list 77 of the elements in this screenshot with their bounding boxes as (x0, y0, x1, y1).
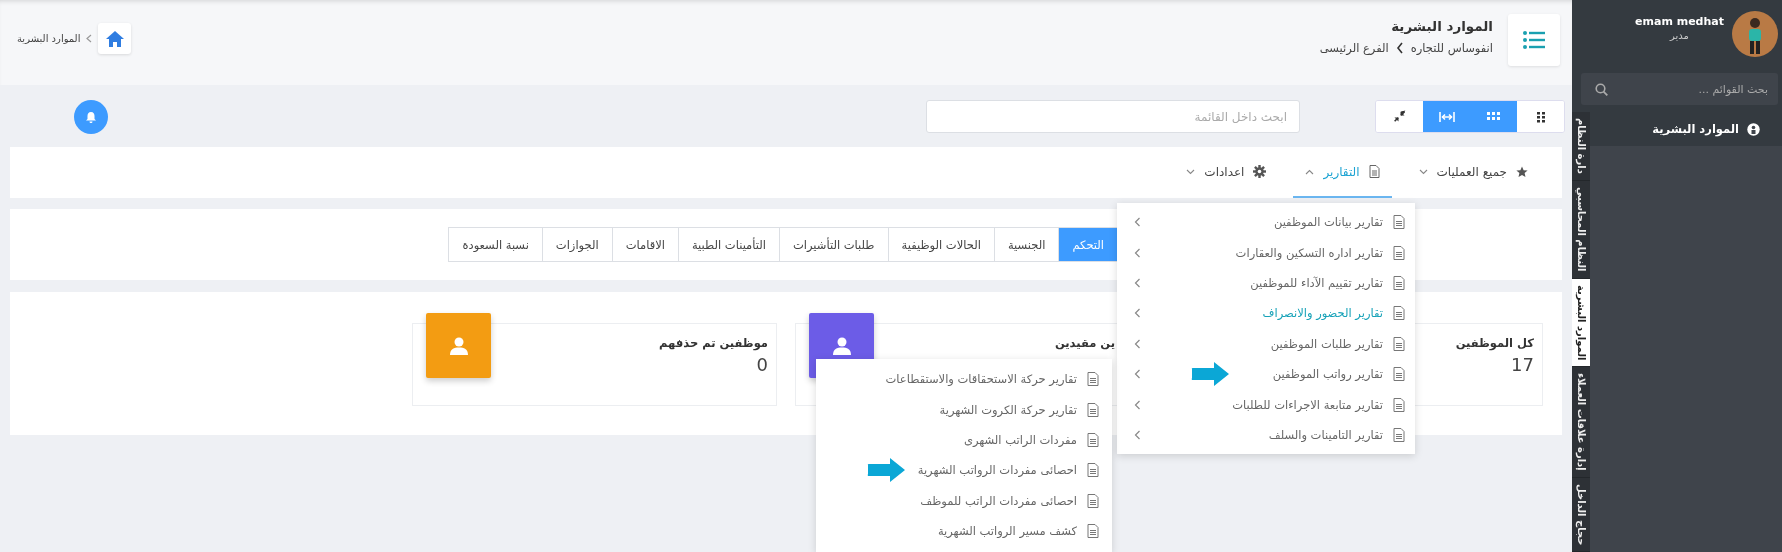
document-icon (1393, 245, 1405, 260)
menu-item[interactable]: جميع العمليات (1406, 147, 1540, 198)
search-field[interactable]: ابحث داخل القائمة (926, 100, 1300, 133)
menu-button[interactable] (1508, 14, 1560, 66)
avatar (1732, 10, 1778, 58)
dropdown-item[interactable]: تقارير تقييم الآداء للموظفين (1117, 267, 1415, 299)
home-icon (104, 29, 125, 48)
document-icon (1087, 372, 1099, 387)
grid-icon (1535, 110, 1546, 123)
list-icon (1523, 31, 1545, 49)
document-icon (1087, 402, 1099, 417)
stat-value: 17 (1511, 354, 1534, 375)
expand-icon (1438, 110, 1455, 123)
dropdown-item[interactable]: تقارير بيانات الموظفين (1117, 207, 1415, 238)
dropdown-item[interactable]: تقارير رواتب الموظفين (1117, 358, 1415, 390)
dropdown-item[interactable]: كشف مسير الرواتب الشهرية (816, 515, 1112, 547)
document-icon (1087, 463, 1099, 478)
stat-value: 0 (756, 354, 768, 375)
nav-item[interactable]: الموارد البشرية (1590, 112, 1782, 147)
chevron-icon (1134, 399, 1141, 410)
page-title: الموارد البشرية (1390, 18, 1493, 34)
user-role: مدير (1670, 30, 1689, 41)
dropdown-item[interactable]: مفردات الراتب الشهرى (816, 424, 1112, 456)
dropdown-item[interactable]: تقارير طلبات الموظفين (1117, 328, 1415, 359)
search-field[interactable]: بحث القوائم ... (1581, 73, 1778, 105)
caret-down-icon (1186, 168, 1196, 175)
user-name: emam medhat (1635, 15, 1724, 28)
bell-icon (85, 110, 97, 124)
document-icon (1393, 275, 1405, 290)
breadcrumb-item[interactable]: الموارد البشرية (17, 33, 81, 44)
notification-button[interactable] (74, 100, 108, 134)
stat-label: كل الموظفين (1455, 336, 1534, 350)
document-icon (1087, 524, 1099, 539)
document-icon (1087, 493, 1099, 508)
person-circle-icon (1747, 122, 1760, 136)
dropdown-item[interactable]: احصائى مفردات الرواتب الشهرية (816, 455, 1112, 486)
chevron-icon (1134, 247, 1141, 258)
menu-item[interactable]: اعدادات (1174, 147, 1279, 198)
document-icon (1368, 165, 1380, 178)
module-tab[interactable]: إدارة علاقات العملاء (1572, 367, 1590, 478)
document-icon (1393, 306, 1405, 321)
grid-icon (1487, 112, 1500, 121)
chevron-icon (86, 34, 93, 43)
document-icon (1393, 427, 1405, 442)
document-icon (1393, 215, 1405, 230)
module-tab[interactable]: الموارد البشرية (1572, 278, 1590, 367)
caret-up-icon (1305, 168, 1315, 175)
dropdown-item[interactable]: تقارير حركة الكروت الشهرية (816, 394, 1112, 425)
chevron-icon (1134, 429, 1141, 440)
module-tab[interactable]: حجاج الداخل (1572, 477, 1590, 552)
caret-down-icon (1418, 168, 1428, 175)
stat-label: ين مقيدين (1054, 336, 1115, 350)
star-icon (1516, 165, 1528, 178)
home-button[interactable] (98, 23, 132, 54)
module-tab[interactable]: دارة النظام (1572, 112, 1590, 182)
module-tab[interactable]: النظام المحاسبي (1572, 181, 1590, 279)
breadcrumb-item[interactable]: الفرع الرئيسى (1319, 41, 1389, 55)
chevron-icon (1134, 369, 1141, 380)
document-icon (1393, 367, 1405, 382)
chevron-icon (1134, 217, 1141, 228)
compress-icon (1393, 110, 1406, 123)
document-icon (1393, 336, 1405, 351)
document-icon (1393, 397, 1405, 412)
chevron-icon (1395, 42, 1404, 54)
dropdown-item[interactable]: تقارير حركة الاستحقاقات والاستقطاعات (816, 364, 1112, 395)
gear-icon (1253, 165, 1267, 178)
document-icon (1087, 432, 1099, 447)
chevron-icon (1134, 277, 1141, 288)
search-icon (1595, 83, 1608, 96)
stat-label: موظفين تم حذفهم (659, 336, 768, 350)
dropdown-item[interactable]: تقارير التامينات والسلف (1117, 419, 1415, 451)
breadcrumb-item[interactable]: انفوساس للتجاره (1410, 41, 1493, 55)
dropdown-item[interactable]: تقارير اداره التسكين والعقارات (1117, 237, 1415, 268)
chevron-icon (1134, 308, 1141, 319)
dropdown-item[interactable]: تقارير متابعة الاجراءات للطلبات (1117, 389, 1415, 420)
dropdown-item[interactable]: احصائى مفردات الراتب للموظف (816, 485, 1112, 516)
chevron-icon (1134, 338, 1141, 349)
